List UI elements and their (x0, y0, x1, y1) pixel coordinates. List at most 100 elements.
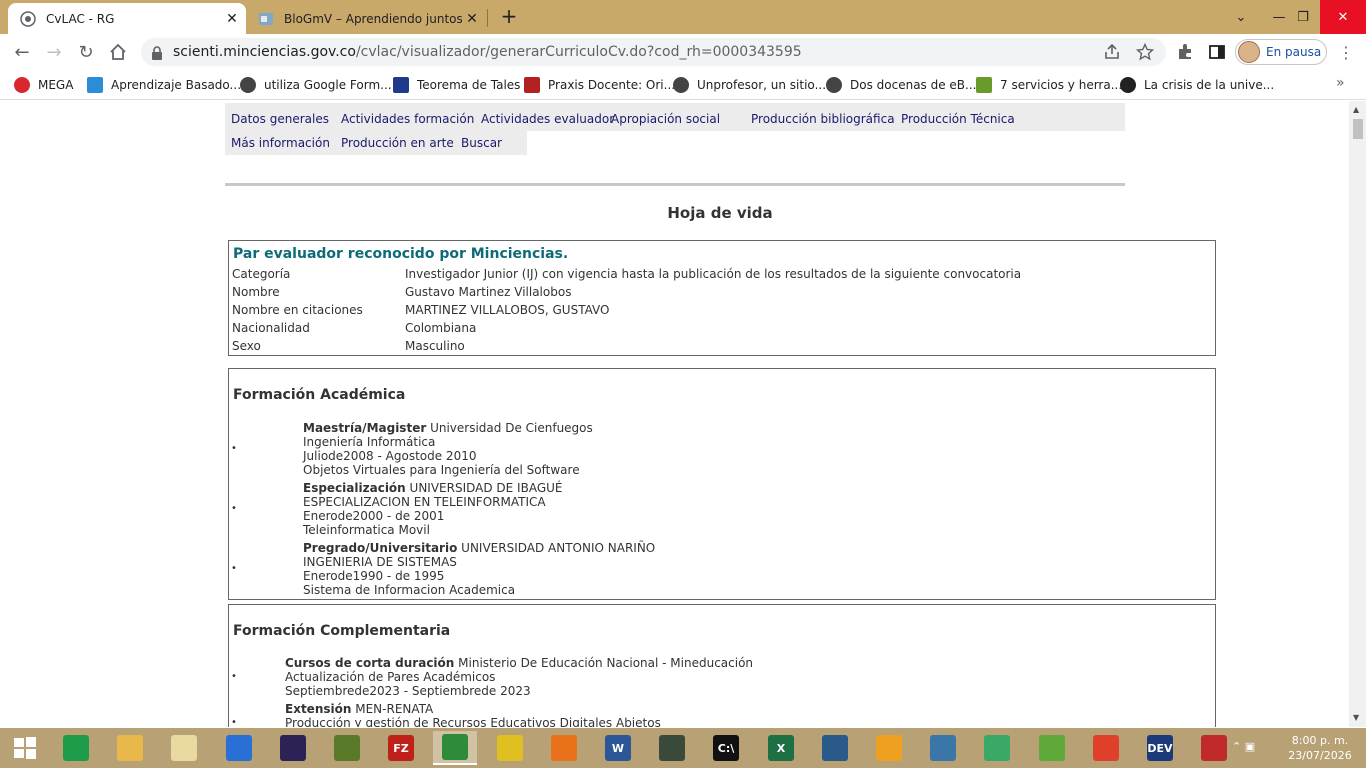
bookmark-item[interactable]: Unprofesor, un sitio... (673, 76, 826, 94)
taskbar-terminal-app[interactable] (650, 731, 694, 765)
field-value: Investigador Junior (IJ) con vigencia ha… (405, 267, 1022, 281)
taskbar-app-f[interactable] (867, 731, 911, 765)
course-type: Extensión (285, 702, 352, 716)
list-bullet: • (231, 443, 237, 454)
close-window-icon[interactable]: ✕ (1320, 0, 1366, 34)
nav-produccion-tecnica[interactable]: Producción Técnica (901, 112, 1015, 126)
forward-icon[interactable]: → (40, 38, 68, 66)
bookmark-label: MEGA (38, 78, 74, 92)
section-header: Par evaluador reconocido por Minciencias… (233, 246, 569, 262)
bookmark-item[interactable]: MEGA (14, 76, 73, 94)
taskbar-filezilla[interactable]: FZ (379, 731, 423, 765)
list-item: Pregrado/Universitario UNIVERSIDAD ANTON… (303, 541, 655, 597)
taskbar-python[interactable] (921, 731, 965, 765)
menu-kebab-icon[interactable]: ⋮ (1338, 43, 1356, 62)
page-scrollbar[interactable]: ▲ ▼ (1349, 101, 1366, 727)
bookmark-item[interactable]: 7 servicios y herra... (976, 76, 1122, 94)
taskbar-chrome[interactable] (433, 731, 477, 765)
tab-title: BloGmV – Aprendiendo juntos. B (284, 11, 462, 26)
new-tab-icon[interactable]: + (498, 6, 520, 28)
bookmark-item[interactable]: Praxis Docente: Ori... (524, 76, 675, 94)
e-editor-icon (334, 735, 360, 761)
taskbar-eclipse[interactable] (271, 731, 315, 765)
taskbar-paint-app[interactable] (1192, 731, 1236, 765)
taskbar-mosaic-app[interactable] (1084, 731, 1128, 765)
taskbar-excel[interactable]: X (759, 731, 803, 765)
page-title: Hoja de vida (667, 204, 773, 222)
taskbar-edge[interactable] (54, 731, 98, 765)
close-tab-icon[interactable]: ✕ (462, 9, 482, 29)
institution: Ministerio De Educación Nacional - Mined… (458, 656, 754, 670)
site-icon (826, 77, 842, 93)
taskbar-app-blocks[interactable] (488, 731, 532, 765)
site-icon (240, 77, 256, 93)
bookmark-label: Unprofesor, un sitio... (697, 78, 827, 92)
app-f-icon (876, 735, 902, 761)
extensions-icon[interactable] (1176, 43, 1194, 61)
taskbar-e-editor[interactable] (325, 731, 369, 765)
thesis: Sistema de Informacion Academica (303, 583, 516, 597)
bookmark-item[interactable]: La crisis de la unive... (1120, 76, 1274, 94)
close-tab-icon[interactable]: ✕ (222, 9, 242, 29)
share-icon[interactable] (1103, 43, 1121, 61)
firefox-icon (551, 735, 577, 761)
more-bookmarks-icon[interactable]: » (1336, 75, 1345, 91)
taskbar-word[interactable]: W (596, 731, 640, 765)
taskbar-cmd[interactable]: C:\ (704, 731, 748, 765)
list-bullet: • (231, 671, 237, 682)
scroll-thumb[interactable] (1353, 119, 1363, 139)
back-icon[interactable]: ← (8, 38, 36, 66)
taskbar-files[interactable] (162, 731, 206, 765)
bookmark-item[interactable]: Dos docenas de eB... (826, 76, 977, 94)
academic-section: Formación Académica • Maestría/Magister … (228, 368, 1216, 600)
nav-actividades-evaluador[interactable]: Actividades evaluador (481, 112, 614, 126)
taskbar-devcpp[interactable]: DEV (1138, 731, 1182, 765)
taskbar-pseint[interactable] (217, 731, 261, 765)
bookmark-item[interactable]: Teorema de Tales (393, 76, 520, 94)
nav-datos-generales[interactable]: Datos generales (231, 112, 329, 126)
nav-apropiacion-social[interactable]: Apropiación social (611, 112, 720, 126)
start-button[interactable] (3, 731, 47, 765)
profile-button[interactable]: En pausa (1235, 39, 1327, 65)
reload-icon[interactable]: ↻ (72, 38, 100, 66)
taskbar-atom[interactable] (975, 731, 1019, 765)
tab-cvlac[interactable]: CvLAC - RG ✕ (8, 3, 246, 34)
side-panel-icon[interactable] (1208, 43, 1226, 61)
nav-produccion-bibliografica[interactable]: Producción bibliográfica (751, 112, 895, 126)
address-bar[interactable]: scienti.minciencias.gov.co/cvlac/visuali… (141, 38, 1166, 66)
windows-logo-icon (14, 737, 36, 759)
devcpp-icon: DEV (1147, 735, 1173, 761)
nav-actividades-formacion[interactable]: Actividades formación (341, 112, 474, 126)
field-label: Sexo (232, 339, 261, 353)
bookmark-label: La crisis de la unive... (1144, 78, 1275, 92)
scroll-up-icon[interactable]: ▲ (1353, 105, 1359, 114)
clock[interactable]: 8:00 p. m. 23/07/2026 (1281, 733, 1359, 763)
list-bullet: • (231, 717, 237, 727)
program: Producción y gestión de Recursos Educati… (285, 716, 661, 727)
nav-mas-informacion[interactable]: Más información (231, 136, 330, 150)
complementary-section: Formación Complementaria • Cursos de cor… (228, 604, 1216, 727)
eclipse-icon (280, 735, 306, 761)
atom-icon (984, 735, 1010, 761)
pseint-icon (226, 735, 252, 761)
bookmark-star-icon[interactable] (1135, 42, 1155, 61)
lock-icon[interactable] (151, 45, 163, 64)
clock-date: 23/07/2026 (1288, 749, 1352, 762)
bookmark-item[interactable]: Aprendizaje Basado... (87, 76, 241, 94)
browser-toolbar: ← → ↻ scienti.minciencias.gov.co/cvlac/v… (0, 34, 1366, 70)
tab-blogmv[interactable]: BloGmV – Aprendiendo juntos. B ✕ (250, 3, 486, 34)
system-tray[interactable]: ⌃ ▣ (1232, 740, 1255, 753)
nav-buscar[interactable]: Buscar (461, 136, 502, 150)
taskbar-virtualbox[interactable] (813, 731, 857, 765)
bookmark-label: Praxis Docente: Ori... (548, 78, 676, 92)
institution: UNIVERSIDAD ANTONIO NARIÑO (461, 541, 656, 555)
nav-produccion-arte[interactable]: Producción en arte (341, 136, 454, 150)
home-icon[interactable] (104, 38, 132, 66)
bookmark-item[interactable]: utiliza Google Form... (240, 76, 392, 94)
taskbar-firefox[interactable] (542, 731, 586, 765)
scroll-down-icon[interactable]: ▼ (1353, 713, 1359, 722)
url-text[interactable]: scienti.minciencias.gov.co/cvlac/visuali… (173, 44, 802, 60)
taskbar-cube-app[interactable] (1030, 731, 1074, 765)
url-host: scienti.minciencias.gov.co (173, 44, 356, 60)
taskbar-file-explorer[interactable] (108, 731, 152, 765)
